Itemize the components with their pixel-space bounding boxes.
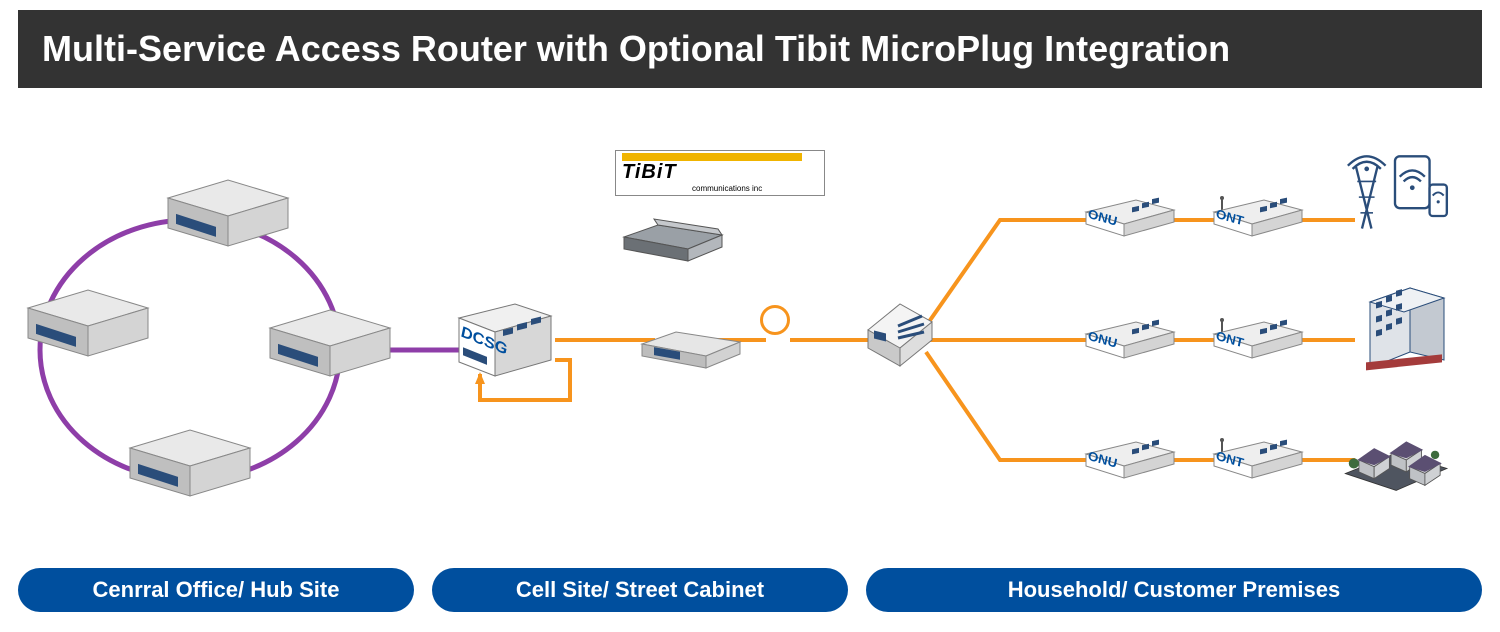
- optical-splitter-icon: [864, 300, 936, 372]
- hub-server-icon: [158, 170, 298, 260]
- link-layer: [0, 0, 1500, 632]
- office-building-icon: [1350, 282, 1460, 372]
- sfp-module-icon: [636, 312, 746, 372]
- section-pill-cell-site: Cell Site/ Street Cabinet: [432, 568, 848, 612]
- ont-device-icon: ONT: [1210, 196, 1306, 240]
- hub-server-icon: [260, 300, 400, 390]
- houses-neighborhood-icon: [1342, 416, 1452, 506]
- section-pill-household: Household/ Customer Premises: [866, 568, 1482, 612]
- diagram-canvas: Multi-Service Access Router with Optiona…: [0, 0, 1500, 632]
- dcsg-router-icon: DCSG: [455, 300, 555, 380]
- page-title-text: Multi-Service Access Router with Optiona…: [42, 28, 1230, 70]
- hub-server-icon: [18, 280, 158, 370]
- onu-device-icon: ONU: [1082, 438, 1178, 482]
- tibit-sub-text: communications inc: [622, 184, 818, 193]
- section-label: Cenrral Office/ Hub Site: [93, 577, 340, 603]
- hub-server-icon: [120, 420, 260, 510]
- section-label: Household/ Customer Premises: [1008, 577, 1341, 603]
- tibit-logo: TiBiT communications inc: [615, 150, 825, 196]
- section-pill-central-office: Cenrral Office/ Hub Site: [18, 568, 414, 612]
- fiber-coil-icon: [760, 305, 790, 335]
- onu-device-icon: ONU: [1082, 196, 1178, 240]
- section-label: Cell Site/ Street Cabinet: [516, 577, 764, 603]
- onu-device-icon: ONU: [1082, 318, 1178, 362]
- page-title: Multi-Service Access Router with Optiona…: [18, 10, 1482, 88]
- ont-device-icon: ONT: [1210, 318, 1306, 362]
- cell-tower-wifi-icon: [1340, 150, 1450, 240]
- sfp-module-photo-icon: [618, 205, 728, 265]
- tibit-brand-text: TiBiT: [622, 161, 818, 184]
- ont-device-icon: ONT: [1210, 438, 1306, 482]
